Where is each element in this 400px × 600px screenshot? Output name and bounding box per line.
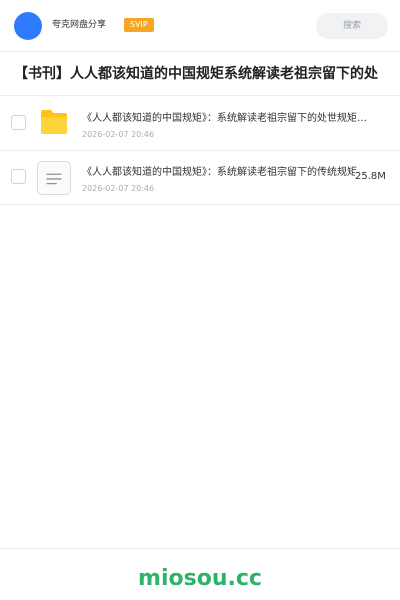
share-page: 夸克网盘分享 SVIP 搜索 【书刊】人人都该知道的中国规矩系统解读老祖宗留下的…	[0, 0, 400, 600]
avatar[interactable]	[14, 12, 42, 40]
site-watermark[interactable]: miosou.cc	[0, 565, 400, 593]
list-item-document[interactable]: 《人人都该知道的中国规矩》：系统解读老祖宗留下的传统规矩 2026-02-07 …	[0, 151, 400, 205]
page-title: 【书刊】人人都该知道的中国规矩系统解读老祖宗留下的处	[14, 66, 378, 82]
file-name[interactable]: 《人人都该知道的中国规矩》：系统解读老祖宗留下的处世规矩与智慧	[82, 112, 372, 126]
file-date: 2026-02-07 20:46	[82, 130, 155, 139]
select-checkbox[interactable]	[11, 115, 26, 130]
search-input[interactable]: 搜索	[316, 13, 388, 39]
folder-icon	[41, 110, 67, 134]
footer: miosou.cc	[0, 548, 400, 600]
list-item-folder[interactable]: 《人人都该知道的中国规矩》：系统解读老祖宗留下的处世规矩与智慧 2026-02-…	[0, 97, 400, 151]
document-icon	[37, 161, 71, 195]
header-bar: 夸克网盘分享 SVIP 搜索	[0, 0, 400, 52]
svip-badge: SVIP	[124, 18, 154, 32]
select-checkbox[interactable]	[11, 169, 26, 184]
share-title-row: 【书刊】人人都该知道的中国规矩系统解读老祖宗留下的处	[0, 52, 400, 96]
file-size: 25.8M	[355, 170, 386, 184]
file-date: 2026-02-07 20:46	[82, 184, 155, 193]
brand-name: 夸克网盘分享	[52, 20, 107, 30]
file-name[interactable]: 《人人都该知道的中国规矩》：系统解读老祖宗留下的传统规矩	[82, 166, 358, 180]
